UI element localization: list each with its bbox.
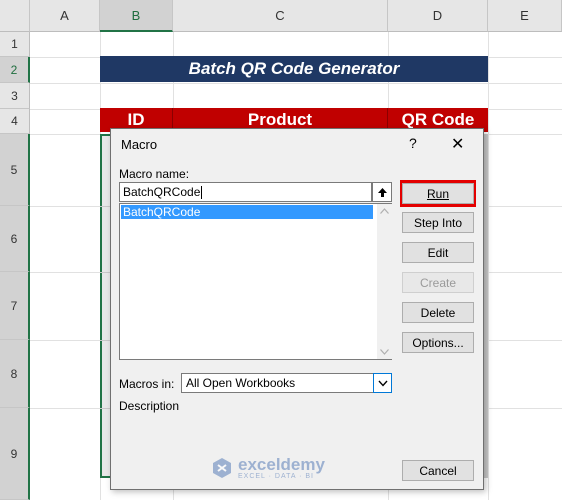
column-header-b[interactable]: B xyxy=(100,0,173,32)
column-label: E xyxy=(520,8,529,23)
row-label: 9 xyxy=(10,446,18,461)
chevron-down-icon[interactable] xyxy=(373,373,392,393)
column-header-d[interactable]: D xyxy=(388,0,488,32)
column-header-a[interactable]: A xyxy=(30,0,100,32)
column-label: A xyxy=(60,8,69,23)
row-header-6[interactable]: 6 xyxy=(0,206,30,272)
column-header-e[interactable]: E xyxy=(488,0,562,32)
list-scrollbar[interactable] xyxy=(377,204,392,359)
macros-in-select[interactable]: All Open Workbooks xyxy=(181,373,392,393)
options-button[interactable]: Options... xyxy=(402,332,474,353)
row-label: 2 xyxy=(10,62,18,77)
close-icon[interactable]: ✕ xyxy=(451,134,464,154)
macro-list[interactable]: BatchQRCode xyxy=(119,203,392,360)
row-header-4[interactable]: 4 xyxy=(0,109,30,134)
help-icon[interactable]: ? xyxy=(409,135,417,151)
macro-dialog: Macro ? ✕ Macro name: BatchQRCode BatchQ… xyxy=(110,128,484,490)
select-all-corner[interactable] xyxy=(0,0,30,32)
macros-in-value: All Open Workbooks xyxy=(186,376,296,390)
options-label: Options... xyxy=(412,335,464,350)
scroll-down-icon[interactable] xyxy=(380,349,389,355)
dialog-title: Macro xyxy=(121,137,158,152)
step-into-label: Step Into xyxy=(413,215,463,230)
macro-name-label: Macro name: xyxy=(119,167,189,181)
row-header-1[interactable]: 1 xyxy=(0,32,30,57)
upload-arrow-icon[interactable] xyxy=(372,182,392,202)
delete-button[interactable]: Delete xyxy=(402,302,474,323)
row-header-3[interactable]: 3 xyxy=(0,83,30,109)
create-button[interactable]: Create xyxy=(402,272,474,293)
step-into-button[interactable]: Step Into xyxy=(402,212,474,233)
column-header-c[interactable]: C xyxy=(173,0,388,32)
edit-button[interactable]: Edit xyxy=(402,242,474,263)
row-header-9[interactable]: 9 xyxy=(0,408,30,500)
delete-label: Delete xyxy=(420,305,456,320)
banner-title: Batch QR Code Generator xyxy=(100,56,488,82)
row-label: 1 xyxy=(11,37,18,51)
create-label: Create xyxy=(419,275,457,290)
column-label: C xyxy=(275,8,285,23)
text-caret xyxy=(201,186,203,200)
cancel-button[interactable]: Cancel xyxy=(402,460,474,481)
row-label: 5 xyxy=(10,162,18,177)
macros-in-label: Macros in: xyxy=(119,377,175,391)
row-label: 7 xyxy=(10,298,18,313)
watermark-tagline: EXCEL · DATA · BI xyxy=(238,473,314,480)
list-item[interactable]: BatchQRCode xyxy=(121,205,373,219)
macro-name-input[interactable]: BatchQRCode xyxy=(119,182,372,202)
row-header-2[interactable]: 2 xyxy=(0,57,30,83)
row-label: 6 xyxy=(10,231,18,246)
scroll-up-icon[interactable] xyxy=(380,208,389,214)
table-border-right xyxy=(484,134,488,478)
edit-label: Edit xyxy=(427,245,449,260)
gridline xyxy=(30,83,562,84)
row-label: 4 xyxy=(11,114,18,128)
watermark-brand: exceldemy xyxy=(238,455,325,474)
macro-name-value: BatchQRCode xyxy=(123,185,201,199)
cancel-label: Cancel xyxy=(419,463,457,478)
column-label: B xyxy=(131,7,141,23)
row-label: 3 xyxy=(11,88,18,103)
row-header-7[interactable]: 7 xyxy=(0,272,30,340)
macro-name-label-text: Macro name: xyxy=(119,167,190,181)
row-header-5[interactable]: 5 xyxy=(0,134,30,206)
row-header-8[interactable]: 8 xyxy=(0,340,30,408)
description-label: Description xyxy=(119,399,180,413)
column-label: D xyxy=(432,8,443,23)
row-label: 8 xyxy=(10,366,18,381)
exceldemy-logo-icon xyxy=(213,458,231,478)
run-button[interactable]: Run xyxy=(402,183,474,204)
run-label: Run xyxy=(426,186,449,201)
exceldemy-watermark: exceldemy EXCEL · DATA · BI xyxy=(210,454,325,482)
gridline xyxy=(488,32,489,500)
